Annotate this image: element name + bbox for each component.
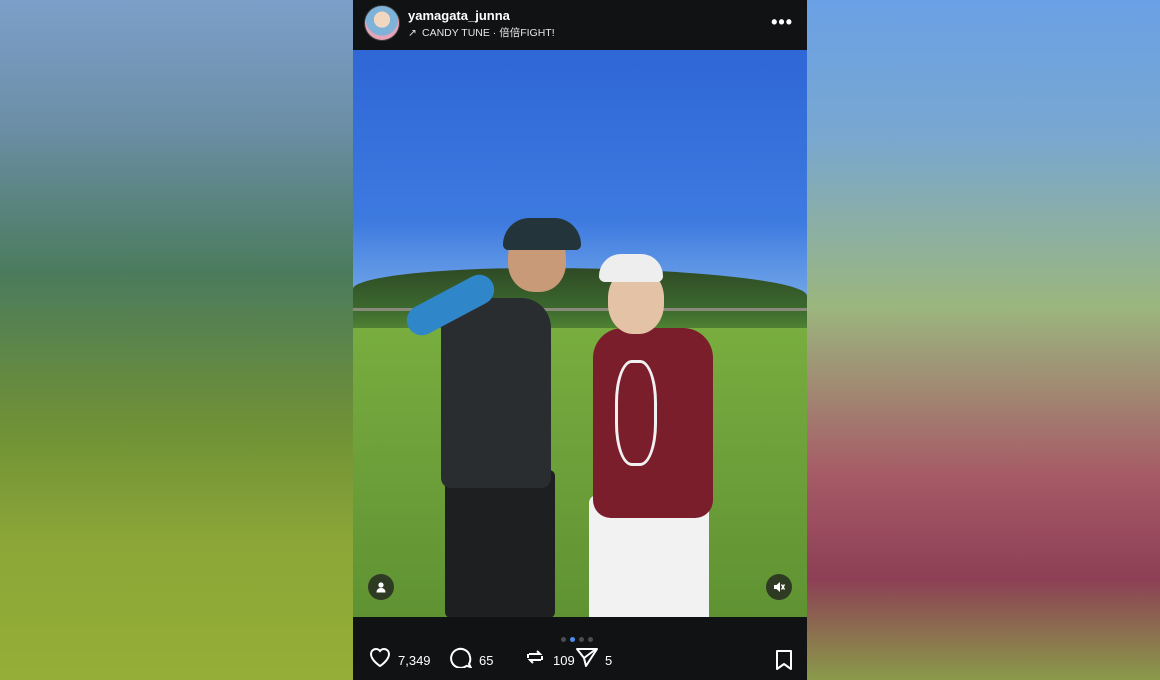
more-dots-icon[interactable]: ••• — [771, 12, 793, 33]
shares-count: 5 — [605, 652, 613, 668]
carousel-dot — [579, 637, 584, 642]
mute-icon[interactable] — [766, 574, 792, 600]
carousel-indicator — [561, 629, 597, 642]
mickey-graphic — [615, 360, 657, 466]
heart-icon — [368, 646, 392, 674]
carousel-dot — [561, 637, 566, 642]
reposts-count: 109 — [553, 652, 575, 668]
action-bar: 7,349 65 109 5 — [353, 645, 807, 679]
right-blurred-background — [807, 0, 1160, 680]
user-tag-icon[interactable] — [368, 574, 394, 600]
comments-count: 65 — [479, 652, 494, 668]
woman-cap — [599, 254, 663, 282]
send-icon — [575, 646, 599, 674]
post-image[interactable] — [353, 50, 807, 617]
post-header: yamagata_junna ↗ CANDY TUNE · 倍倍FIGHT! ••… — [353, 0, 807, 50]
likes-count: 7,349 — [398, 652, 431, 668]
avatar[interactable] — [364, 5, 400, 41]
music-text: CANDY TUNE · 倍倍FIGHT! — [422, 27, 555, 39]
username[interactable]: yamagata_junna — [408, 8, 510, 23]
carousel-dot — [588, 637, 593, 642]
grass — [353, 328, 807, 617]
comment-button[interactable]: 65 — [449, 645, 493, 675]
left-blurred-background — [0, 0, 353, 680]
man-cap — [503, 218, 581, 250]
repost-button[interactable]: 109 — [523, 645, 575, 675]
bookmark-icon[interactable] — [775, 649, 793, 671]
carousel-dot-active — [570, 637, 575, 642]
arrow-icon: ↗ — [408, 27, 417, 39]
comment-icon — [449, 646, 473, 674]
man-legs — [445, 470, 555, 617]
like-button[interactable]: 7,349 — [368, 645, 431, 675]
repost-icon — [523, 646, 547, 674]
post-container: yamagata_junna ↗ CANDY TUNE · 倍倍FIGHT! ••… — [353, 0, 807, 680]
share-button[interactable]: 5 — [575, 645, 612, 675]
man-body — [441, 298, 551, 488]
music-label[interactable]: ↗ CANDY TUNE · 倍倍FIGHT! — [408, 25, 555, 40]
